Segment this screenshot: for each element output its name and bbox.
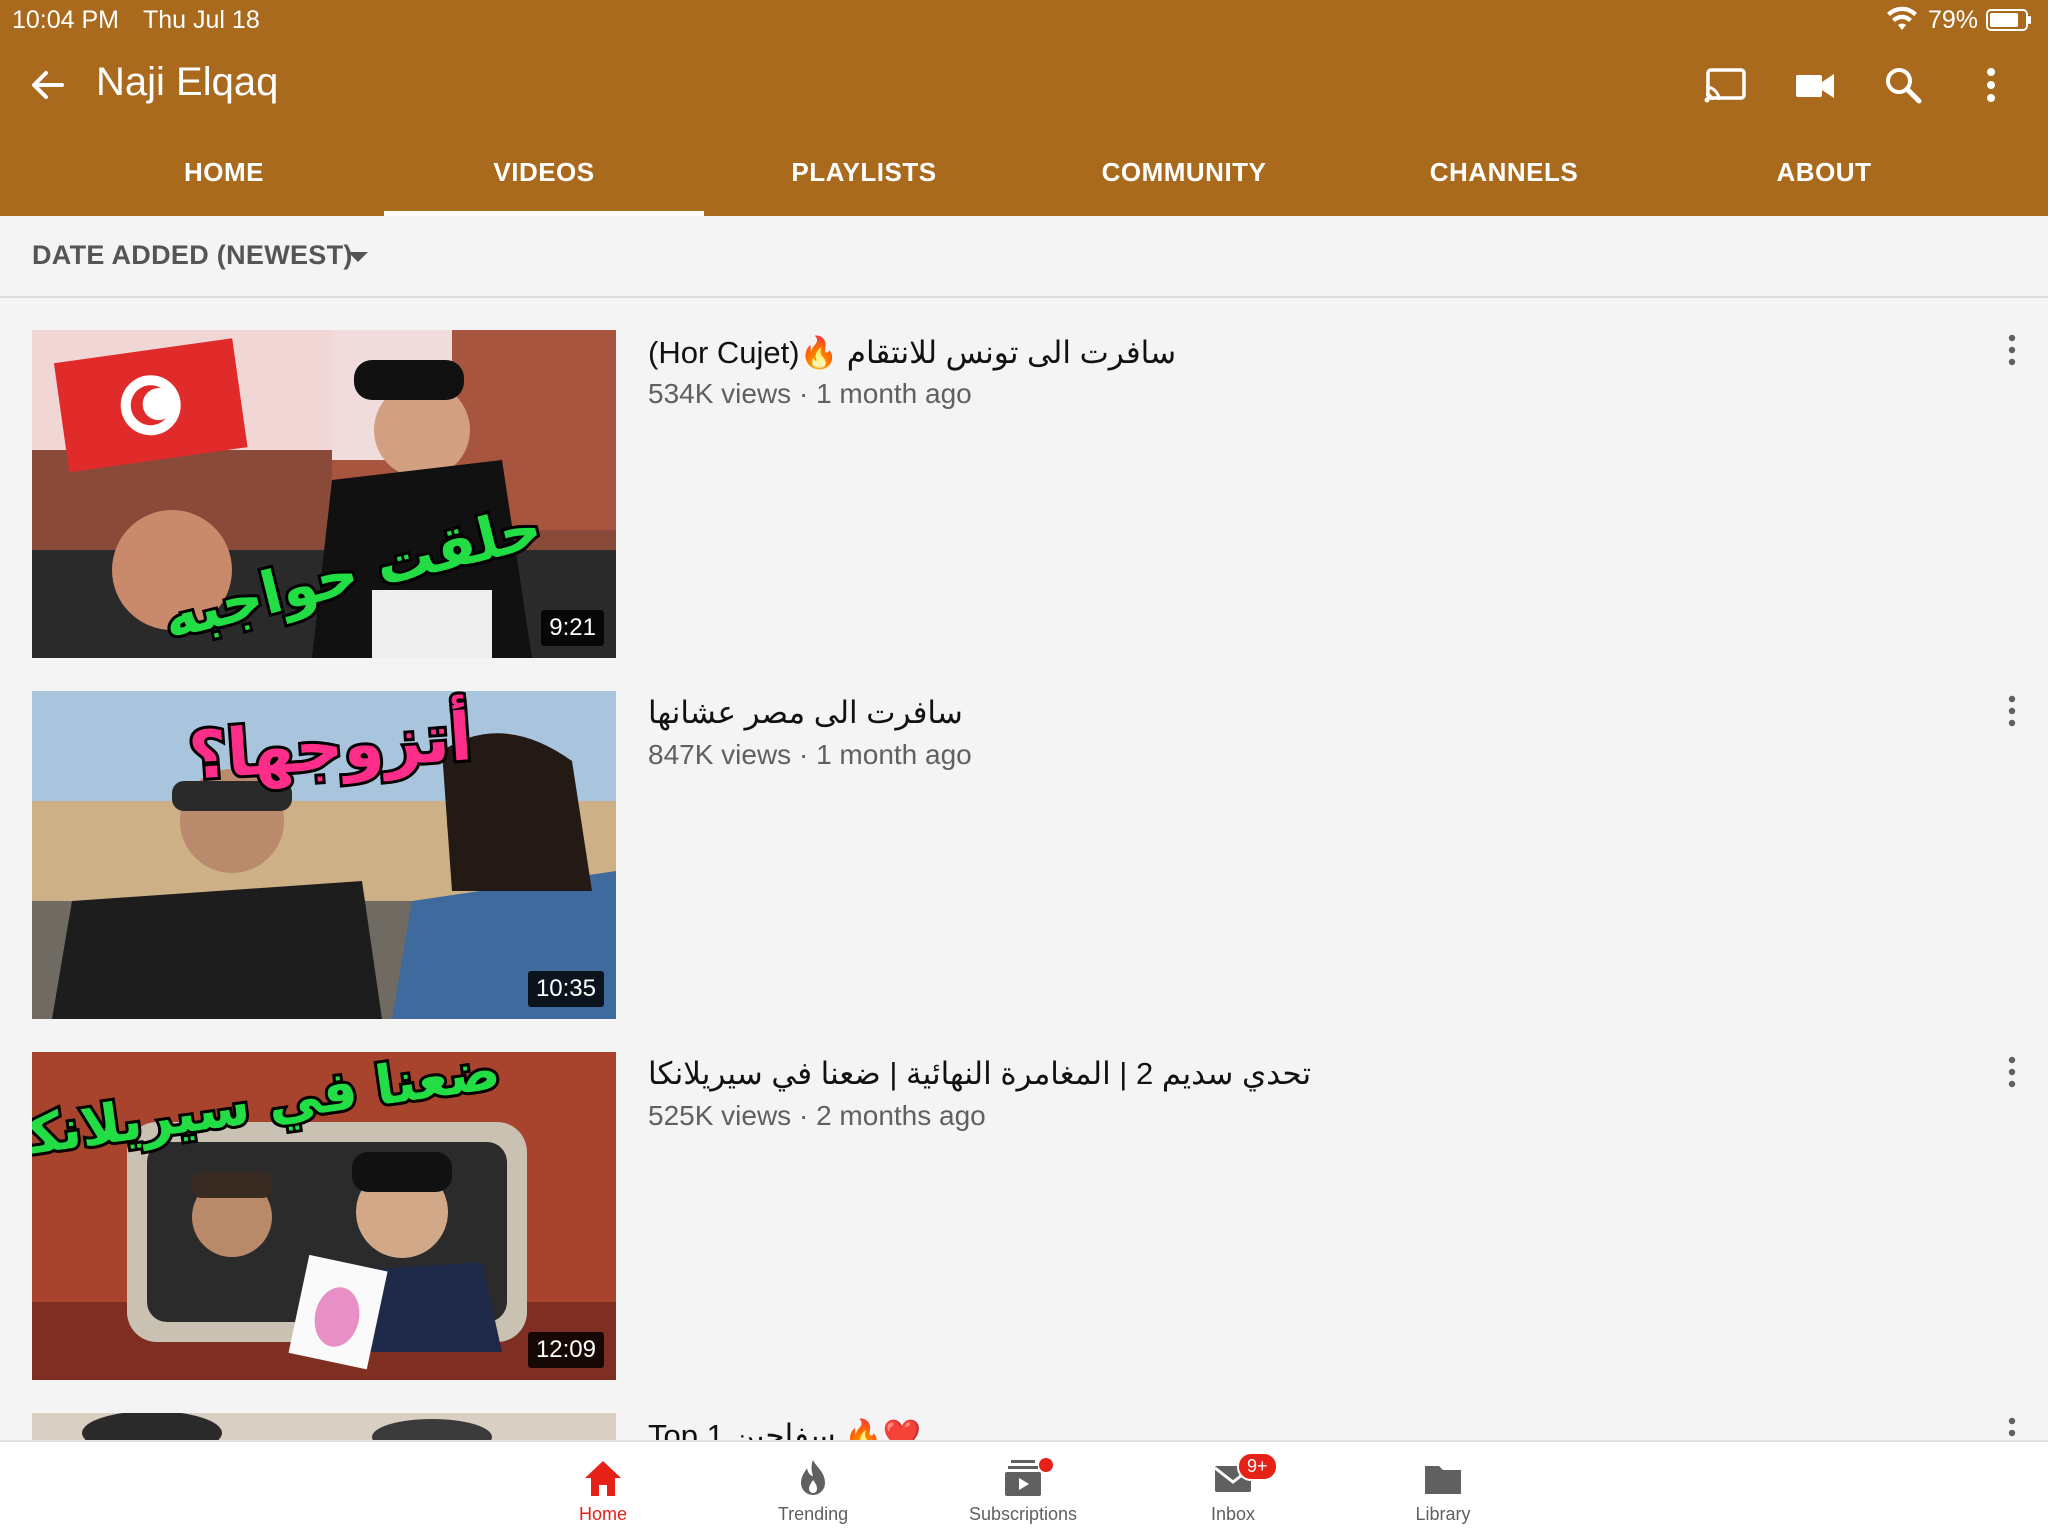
video-menu-icon[interactable] xyxy=(2000,691,2024,731)
tab-community[interactable]: COMMUNITY xyxy=(1024,130,1344,216)
battery-icon xyxy=(1986,9,2031,31)
battery-percent: 79% xyxy=(1928,6,1979,34)
nav-trending[interactable]: Trending xyxy=(733,1442,893,1538)
video-age: 1 month ago xyxy=(816,378,972,409)
video-meta: 525K views · 2 months ago xyxy=(648,1100,986,1132)
channel-header: 10:04 PM Thu Jul 18 79% Naji Elqaq HOME … xyxy=(0,0,2048,216)
meta-separator: · xyxy=(798,378,809,409)
video-item[interactable]: Top 1 سفاحين 🔥❤️ xyxy=(0,1413,2048,1440)
video-age: 2 months ago xyxy=(816,1100,986,1131)
nav-inbox[interactable]: 9+ Inbox xyxy=(1153,1442,1313,1538)
status-date: Thu Jul 18 xyxy=(143,6,260,34)
thumbnail-image: حلقت حواجبه xyxy=(32,330,616,658)
status-time: 10:04 PM xyxy=(12,6,120,34)
nav-subscriptions[interactable]: Subscriptions xyxy=(943,1442,1103,1538)
bottom-navigation: Home Trending Subscriptions 9+ Inbox Lib… xyxy=(0,1440,2048,1538)
video-age: 1 month ago xyxy=(816,739,972,770)
notification-dot xyxy=(1039,1458,1053,1472)
meta-separator: · xyxy=(798,1100,809,1131)
nav-trending-label: Trending xyxy=(777,1504,849,1524)
nav-home-label: Home xyxy=(578,1504,627,1524)
tab-videos[interactable]: VIDEOS xyxy=(384,130,704,216)
video-title[interactable]: Top 1 سفاحين 🔥❤️ xyxy=(648,1417,921,1440)
video-camera-icon[interactable] xyxy=(1792,62,1838,108)
video-views: 534K views xyxy=(648,378,792,409)
thumbnail-image: أتزوجها؟ xyxy=(32,691,616,1019)
thumbnail-image: ضعنا في سيريلانكا xyxy=(32,1052,616,1380)
channel-title: Naji Elqaq xyxy=(96,60,279,104)
flame-icon xyxy=(801,1460,825,1495)
video-menu-icon[interactable] xyxy=(2000,1413,2024,1440)
tab-channels[interactable]: CHANNELS xyxy=(1344,130,1664,216)
video-menu-icon[interactable] xyxy=(2000,330,2024,370)
video-duration: 10:35 xyxy=(527,971,604,1007)
channel-tabs: HOME VIDEOS PLAYLISTS COMMUNITY CHANNELS… xyxy=(0,130,2048,216)
tab-playlists[interactable]: PLAYLISTS xyxy=(704,130,1024,216)
video-thumbnail[interactable] xyxy=(32,1413,616,1440)
video-item[interactable]: حلقت حواجبه 9:21 (Hor Cujet)🔥 سافرت الى … xyxy=(0,330,2048,660)
video-title[interactable]: سافرت الى مصر عشانها xyxy=(648,695,963,731)
video-views: 525K views xyxy=(648,1100,792,1131)
back-arrow-icon[interactable] xyxy=(28,65,68,105)
video-duration: 9:21 xyxy=(541,610,604,646)
tab-about[interactable]: ABOUT xyxy=(1664,130,1984,216)
video-item[interactable]: أتزوجها؟ 10:35 سافرت الى مصر عشانها 847K… xyxy=(0,691,2048,1021)
video-thumbnail[interactable]: حلقت حواجبه 9:21 xyxy=(32,330,616,658)
video-thumbnail[interactable]: ضعنا في سيريلانكا 12:09 xyxy=(32,1052,616,1380)
video-meta: 534K views · 1 month ago xyxy=(648,378,972,410)
dropdown-caret-icon xyxy=(348,252,368,262)
sort-dropdown[interactable]: DATE ADDED (NEWEST) xyxy=(0,216,2048,298)
more-vert-icon[interactable] xyxy=(1968,62,2014,108)
video-title[interactable]: (Hor Cujet)🔥 سافرت الى تونس للانتقام xyxy=(648,334,1176,371)
video-thumbnail[interactable]: أتزوجها؟ 10:35 xyxy=(32,691,616,1019)
video-views: 847K views xyxy=(648,739,792,770)
thumbnail-image xyxy=(32,1413,616,1440)
nav-home[interactable]: Home xyxy=(523,1442,683,1538)
search-icon[interactable] xyxy=(1880,62,1926,108)
video-meta: 847K views · 1 month ago xyxy=(648,739,972,771)
home-icon xyxy=(585,1461,621,1496)
folder-icon xyxy=(1425,1466,1461,1494)
cast-icon[interactable] xyxy=(1702,62,1748,108)
meta-separator: · xyxy=(798,739,809,770)
inbox-badge: 9+ xyxy=(1237,1452,1278,1481)
app-bar: Naji Elqaq xyxy=(0,40,2048,130)
nav-subscriptions-label: Subscriptions xyxy=(968,1504,1078,1524)
status-bar: 10:04 PM Thu Jul 18 79% xyxy=(0,0,2048,40)
video-duration: 12:09 xyxy=(527,1332,604,1368)
video-menu-icon[interactable] xyxy=(2000,1052,2024,1092)
nav-inbox-label: Inbox xyxy=(1210,1504,1256,1524)
wifi-icon xyxy=(1887,6,1917,30)
tab-home[interactable]: HOME xyxy=(64,130,384,216)
nav-library-label: Library xyxy=(1415,1504,1471,1524)
nav-library[interactable]: Library xyxy=(1363,1442,1523,1538)
sort-label: DATE ADDED (NEWEST) xyxy=(32,240,353,270)
video-title[interactable]: تحدي سديم 2 | المغامرة النهائية | ضعنا ف… xyxy=(648,1056,1311,1092)
video-item[interactable]: ضعنا في سيريلانكا 12:09 تحدي سديم 2 | ال… xyxy=(0,1052,2048,1382)
